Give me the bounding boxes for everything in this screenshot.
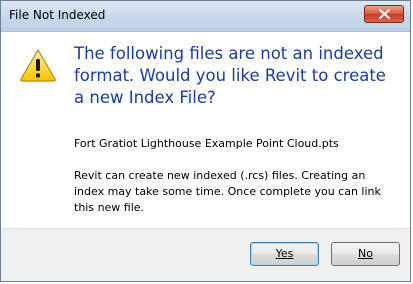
description-text: Revit can create new indexed (.rcs) file… <box>74 169 381 214</box>
close-button[interactable] <box>364 5 404 23</box>
yes-button-label: Yes <box>275 247 294 260</box>
button-bar: Yes No <box>1 228 410 281</box>
no-button[interactable]: No <box>331 242 400 266</box>
file-name-label: Fort Gratiot Lighthouse Example Point Cl… <box>74 137 339 150</box>
warning-icon <box>20 49 56 82</box>
title-bar[interactable]: File Not Indexed <box>1 1 410 32</box>
window-title: File Not Indexed <box>9 8 106 22</box>
no-button-label: No <box>358 247 373 260</box>
yes-button[interactable]: Yes <box>250 242 319 266</box>
main-instruction: The following files are not an indexed f… <box>74 44 386 107</box>
close-icon <box>379 9 390 19</box>
dialog-content: The following files are not an indexed f… <box>1 32 410 228</box>
file-not-indexed-dialog: File Not Indexed The following files are… <box>0 0 411 282</box>
